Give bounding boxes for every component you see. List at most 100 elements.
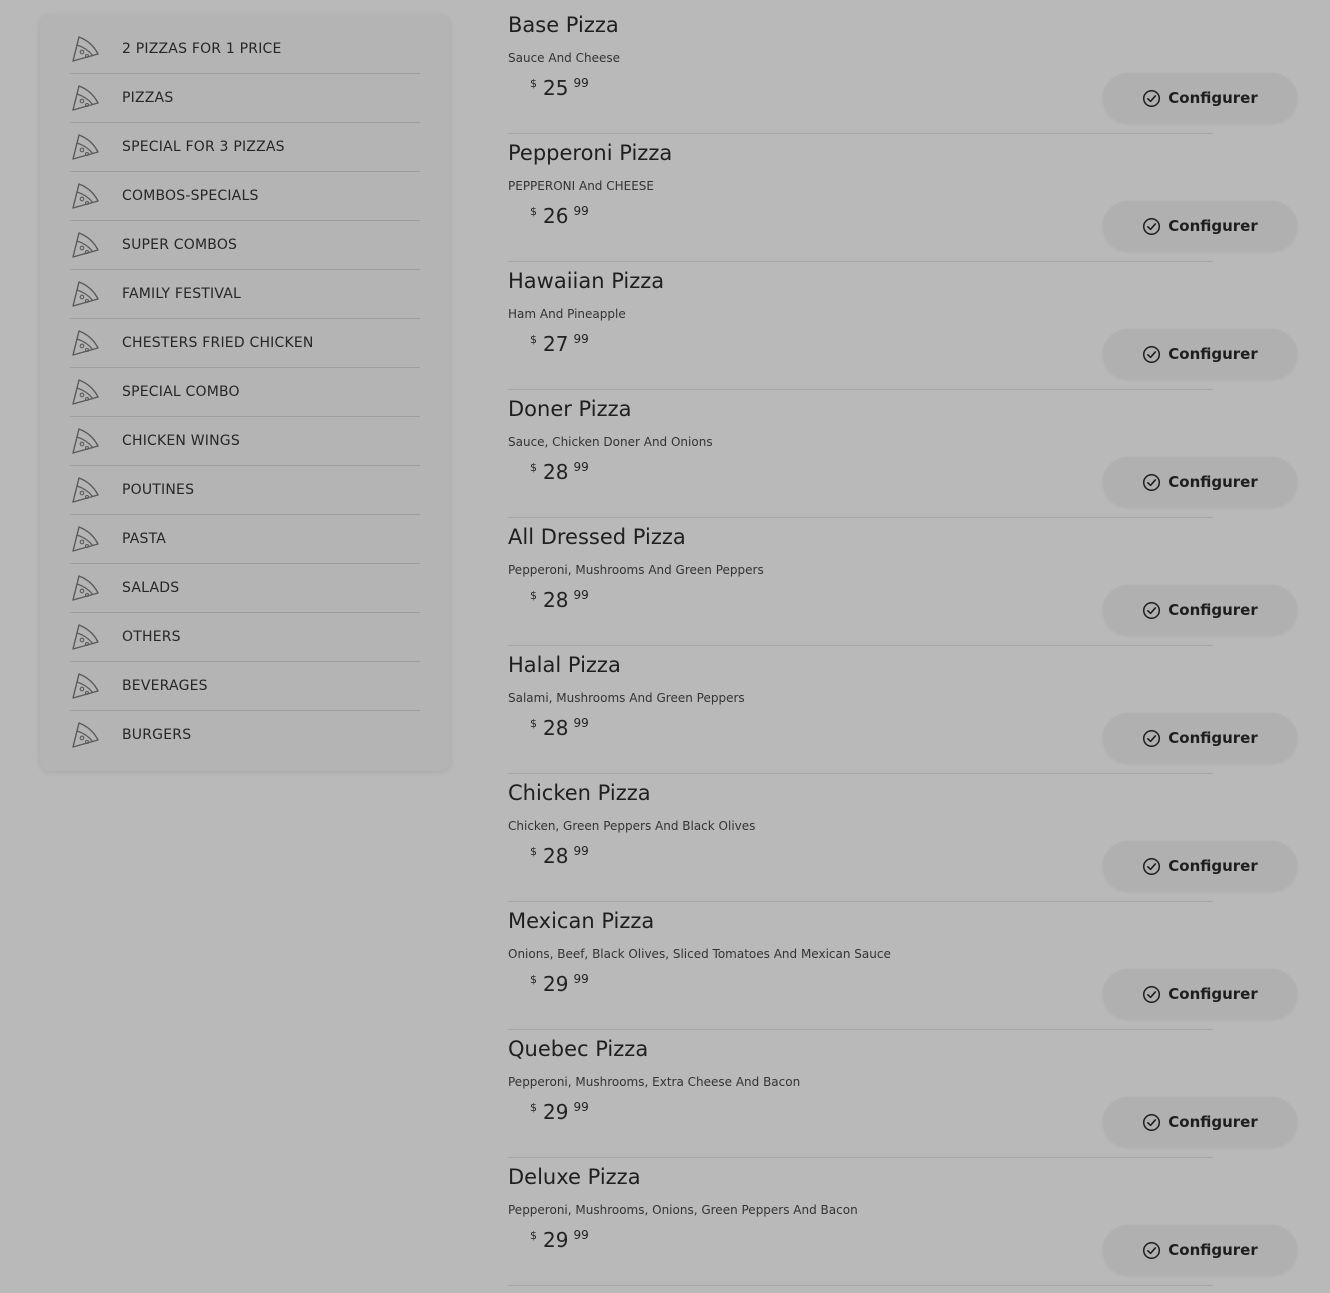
product-price: $29 99 xyxy=(530,972,589,996)
configure-button[interactable]: Configurer xyxy=(1103,1097,1297,1147)
pizza-slice-icon xyxy=(70,475,100,505)
configure-button-label: Configurer xyxy=(1168,985,1258,1003)
sidebar-item-super-combos[interactable]: SUPER COMBOS xyxy=(70,221,420,270)
check-circle-icon xyxy=(1142,1241,1161,1260)
product-card: All Dressed Pizza Pepperoni, Mushrooms A… xyxy=(508,512,1298,646)
product-name: Halal Pizza xyxy=(508,653,621,677)
price-dollars: 25 xyxy=(543,76,569,100)
product-card: Deluxe Pizza Pepperoni, Mushrooms, Onion… xyxy=(508,1152,1298,1286)
product-name: All Dressed Pizza xyxy=(508,525,686,549)
configure-button[interactable]: Configurer xyxy=(1103,329,1297,379)
price-dollars: 27 xyxy=(543,332,569,356)
product-price: $27 99 xyxy=(530,332,589,356)
product-description: Ham And Pineapple xyxy=(508,307,626,321)
sidebar-item-2-pizzas-for-1-price[interactable]: 2 PIZZAS FOR 1 PRICE xyxy=(70,25,420,74)
sidebar-item-beverages[interactable]: BEVERAGES xyxy=(70,662,420,711)
sidebar-item-label: POUTINES xyxy=(122,482,195,498)
product-description: Sauce, Chicken Doner And Onions xyxy=(508,435,713,449)
pizza-slice-icon xyxy=(70,426,100,456)
product-description: Pepperoni, Mushrooms And Green Peppers xyxy=(508,563,764,577)
sidebar-item-chicken-wings[interactable]: CHICKEN WINGS xyxy=(70,417,420,466)
product-price: $28 99 xyxy=(530,588,589,612)
pizza-slice-icon xyxy=(70,671,100,701)
configure-button[interactable]: Configurer xyxy=(1103,713,1297,763)
price-dollars: 28 xyxy=(543,588,569,612)
sidebar-item-others[interactable]: OTHERS xyxy=(70,613,420,662)
pizza-slice-icon xyxy=(70,720,100,750)
pizza-slice-icon xyxy=(70,524,100,554)
product-description: Sauce And Cheese xyxy=(508,51,621,65)
check-circle-icon xyxy=(1142,729,1161,748)
configure-button[interactable]: Configurer xyxy=(1103,969,1297,1019)
sidebar-item-label: BURGERS xyxy=(122,727,192,743)
pizza-slice-icon xyxy=(70,132,100,162)
price-cents: 99 xyxy=(573,1100,589,1114)
configure-button[interactable]: Configurer xyxy=(1103,1225,1297,1275)
check-circle-icon xyxy=(1142,473,1161,492)
product-price: $29 99 xyxy=(530,1100,589,1124)
product-card: Quebec Pizza Pepperoni, Mushrooms, Extra… xyxy=(508,1024,1298,1158)
product-name: Pepperoni Pizza xyxy=(508,141,673,165)
configure-button[interactable]: Configurer xyxy=(1103,585,1297,635)
sidebar-item-label: SPECIAL FOR 3 PIZZAS xyxy=(122,139,285,155)
configure-button-label: Configurer xyxy=(1168,345,1258,363)
product-description: PEPPERONI And CHEESE xyxy=(508,179,654,193)
product-card: Doner Pizza Sauce, Chicken Doner And Oni… xyxy=(508,384,1298,518)
sidebar-item-special-for-3-pizzas[interactable]: SPECIAL FOR 3 PIZZAS xyxy=(70,123,420,172)
price-cents: 99 xyxy=(573,332,589,346)
price-currency: $ xyxy=(530,589,537,602)
product-name: Mexican Pizza xyxy=(508,909,655,933)
price-cents: 99 xyxy=(573,588,589,602)
price-dollars: 28 xyxy=(543,844,569,868)
pizza-slice-icon xyxy=(70,279,100,309)
product-name: Base Pizza xyxy=(508,13,619,37)
sidebar-item-pasta[interactable]: PASTA xyxy=(70,515,420,564)
sidebar-item-label: OTHERS xyxy=(122,629,181,645)
sidebar-item-label: SALADS xyxy=(122,580,180,596)
product-price: $28 99 xyxy=(530,716,589,740)
sidebar-item-family-festival[interactable]: FAMILY FESTIVAL xyxy=(70,270,420,319)
sidebar-item-label: SUPER COMBOS xyxy=(122,237,238,253)
pizza-slice-icon xyxy=(70,573,100,603)
configure-button[interactable]: Configurer xyxy=(1103,841,1297,891)
pizza-slice-icon xyxy=(70,230,100,260)
sidebar-item-special-combo[interactable]: SPECIAL COMBO xyxy=(70,368,420,417)
price-cents: 99 xyxy=(573,76,589,90)
product-card: Chicken Pizza Chicken, Green Peppers And… xyxy=(508,768,1298,902)
configure-button[interactable]: Configurer xyxy=(1103,201,1297,251)
product-name: Quebec Pizza xyxy=(508,1037,649,1061)
sidebar-item-pizzas[interactable]: PIZZAS xyxy=(70,74,420,123)
product-card: Hawaiian Pizza Ham And Pineapple $27 99 C… xyxy=(508,256,1298,390)
product-card: Halal Pizza Salami, Mushrooms And Green … xyxy=(508,640,1298,774)
product-description: Onions, Beef, Black Olives, Sliced Tomat… xyxy=(508,947,891,961)
configure-button-label: Configurer xyxy=(1168,1241,1258,1259)
category-list: 2 PIZZAS FOR 1 PRICE PIZZAS SPECIAL FOR … xyxy=(70,25,420,759)
product-list: Base Pizza Sauce And Cheese $25 99 Config… xyxy=(508,0,1298,1286)
sidebar-item-poutines[interactable]: POUTINES xyxy=(70,466,420,515)
price-currency: $ xyxy=(530,845,537,858)
configure-button-label: Configurer xyxy=(1168,857,1258,875)
check-circle-icon xyxy=(1142,345,1161,364)
divider xyxy=(508,1285,1213,1286)
sidebar-item-chesters-fried-chicken[interactable]: CHESTERS FRIED CHICKEN xyxy=(70,319,420,368)
price-dollars: 28 xyxy=(543,460,569,484)
check-circle-icon xyxy=(1142,1113,1161,1132)
sidebar-item-burgers[interactable]: BURGERS xyxy=(70,711,420,759)
price-dollars: 29 xyxy=(543,1100,569,1124)
category-sidebar: 2 PIZZAS FOR 1 PRICE PIZZAS SPECIAL FOR … xyxy=(40,15,450,771)
sidebar-item-label: PASTA xyxy=(122,531,167,547)
pizza-slice-icon xyxy=(70,377,100,407)
price-dollars: 28 xyxy=(543,716,569,740)
configure-button-label: Configurer xyxy=(1168,89,1258,107)
sidebar-item-label: SPECIAL COMBO xyxy=(122,384,240,400)
price-currency: $ xyxy=(530,205,537,218)
sidebar-item-label: FAMILY FESTIVAL xyxy=(122,286,242,302)
price-currency: $ xyxy=(530,77,537,90)
configure-button[interactable]: Configurer xyxy=(1103,457,1297,507)
pizza-slice-icon xyxy=(70,622,100,652)
pizza-slice-icon xyxy=(70,83,100,113)
sidebar-item-combos-specials[interactable]: COMBOS-SPECIALS xyxy=(70,172,420,221)
configure-button[interactable]: Configurer xyxy=(1103,73,1297,123)
sidebar-item-salads[interactable]: SALADS xyxy=(70,564,420,613)
check-circle-icon xyxy=(1142,89,1161,108)
